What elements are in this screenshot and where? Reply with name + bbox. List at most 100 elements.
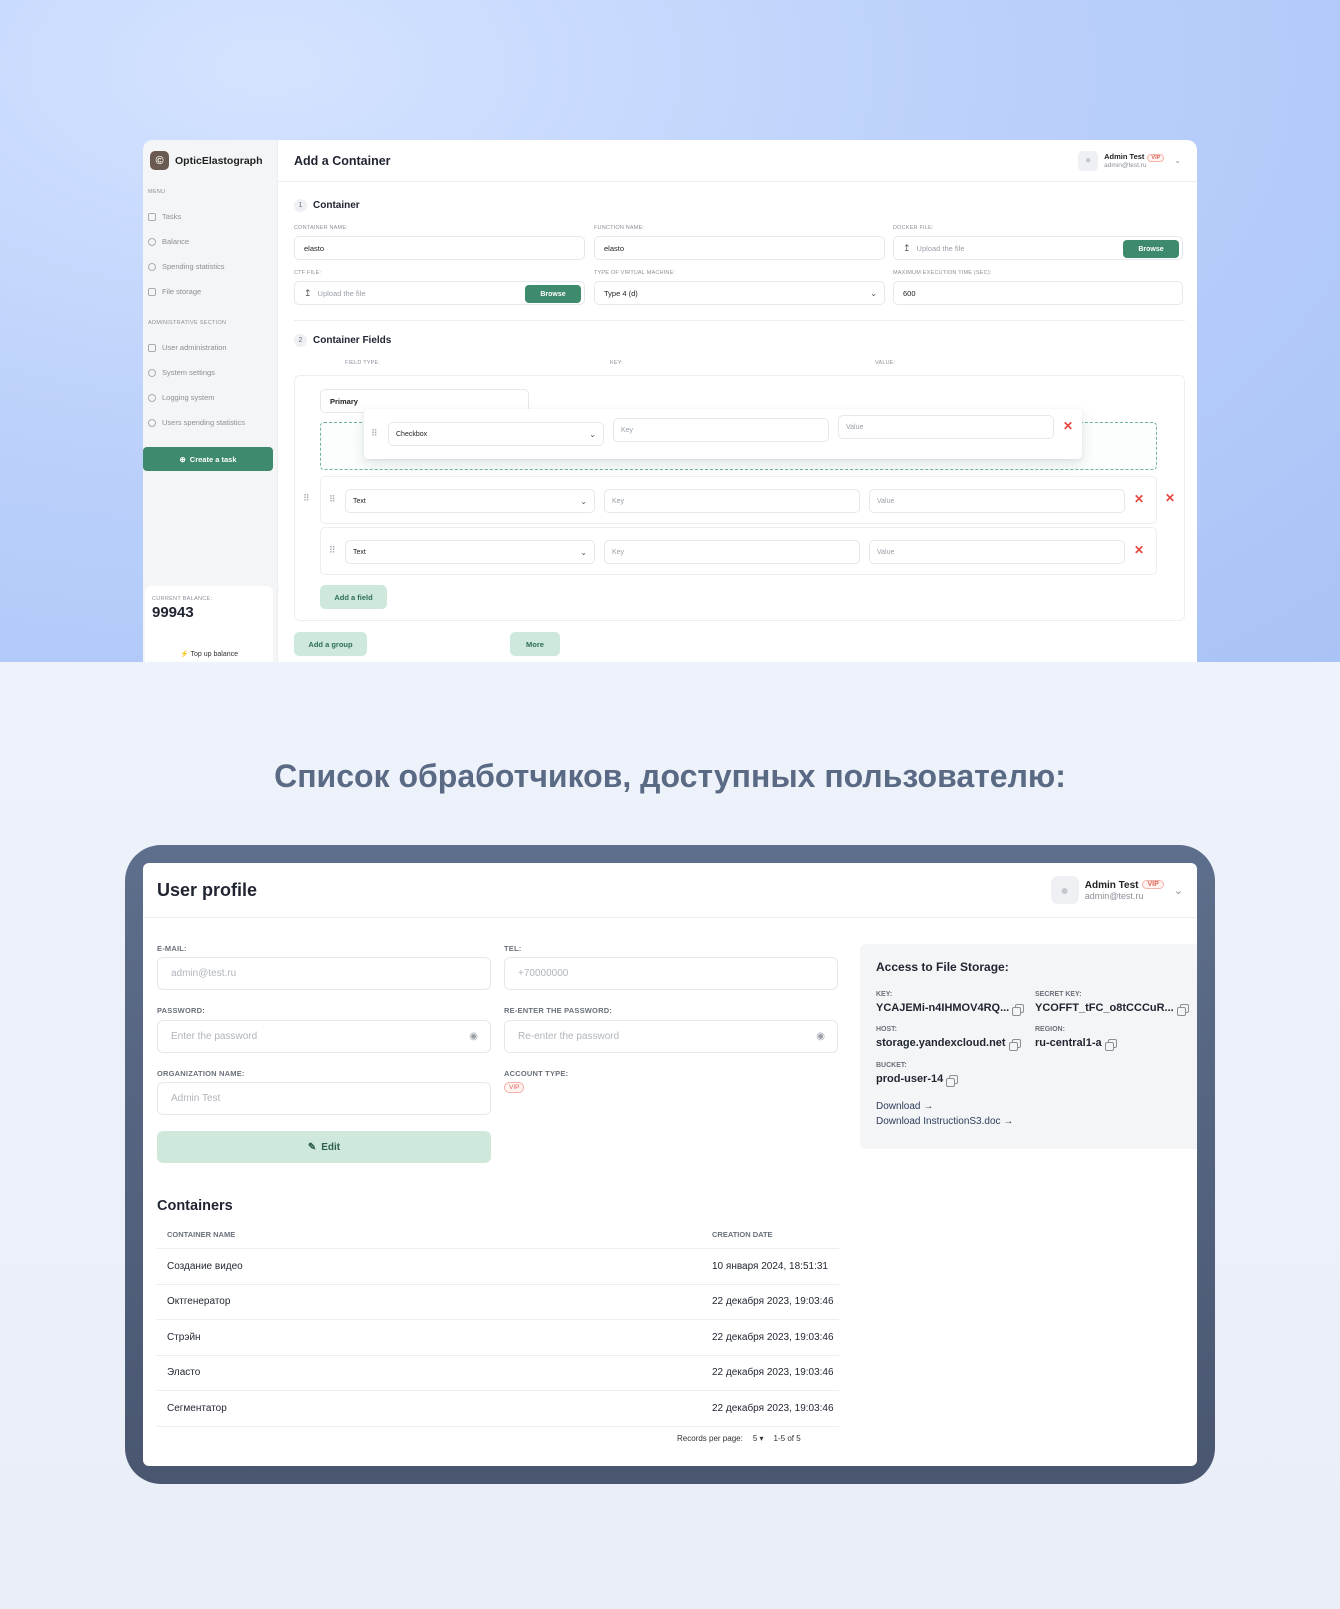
password-label: PASSWORD:: [157, 1006, 205, 1015]
field-type-select[interactable]: Text ⌄: [345, 540, 595, 564]
sidebar-item-spending-statistics[interactable]: Spending statistics: [143, 254, 277, 279]
drag-handle-icon[interactable]: ⠿: [329, 545, 336, 556]
password-field[interactable]: Enter the password ◉: [157, 1020, 491, 1053]
balance-label: CURRENT BALANCE:: [152, 596, 213, 602]
key-value: YCAJEMi-n4IHMOV4RQ...: [876, 1002, 1025, 1016]
add-field-button[interactable]: Add a field: [320, 585, 387, 609]
value-input[interactable]: Value: [869, 489, 1125, 513]
table-header: CONTAINER NAME CREATION DATE: [157, 1221, 839, 1249]
value-input[interactable]: Value: [869, 540, 1125, 564]
ctf-file-label: CTF FILE:: [294, 270, 322, 276]
main-content: Add a Container ● Admin Test VIP admin@te…: [278, 140, 1197, 662]
chevron-down-icon: ⌄: [1173, 884, 1183, 897]
download-link[interactable]: Download →: [876, 1101, 933, 1112]
storage-title: Access to File Storage:: [876, 960, 1009, 974]
field-type-select[interactable]: Checkbox ⌄: [388, 422, 604, 446]
close-icon[interactable]: ✕: [1063, 419, 1073, 433]
dragging-field-row[interactable]: ⠿ Checkbox ⌄ Key Value ✕: [364, 409, 1082, 459]
section-fields-title: 2 Container Fields: [294, 334, 391, 347]
tel-field[interactable]: +70000000: [504, 957, 838, 990]
drag-handle-icon[interactable]: ⠿: [329, 494, 336, 505]
function-name-input[interactable]: elasto: [594, 236, 885, 260]
copy-icon[interactable]: [1176, 1003, 1189, 1016]
drag-handle-icon[interactable]: ⠿: [371, 428, 378, 439]
key-input[interactable]: Key: [604, 540, 860, 564]
user-name: Admin Test: [1084, 879, 1139, 891]
key-input[interactable]: Key: [613, 418, 829, 442]
secret-key-value: YCOFFT_tFC_o8tCCCuR...: [1035, 1002, 1189, 1016]
vm-type-select[interactable]: Type 4 (d) ⌄: [594, 281, 885, 305]
menu-heading: MENU: [148, 189, 166, 195]
table-row[interactable]: Создание видео 10 января 2024, 18:51:31: [157, 1249, 839, 1285]
docker-browse-button[interactable]: Browse: [1123, 240, 1179, 258]
user-profile-screen: User profile ● Admin Test VIP admin@test.…: [143, 863, 1197, 1466]
secret-key-label: SECRET KEY:: [1035, 991, 1082, 998]
host-label: HOST:: [876, 1026, 897, 1033]
edit-button[interactable]: ✎ Edit: [157, 1131, 491, 1163]
eye-icon[interactable]: ◉: [469, 1031, 478, 1042]
add-group-button[interactable]: Add a group: [294, 632, 367, 656]
value-input[interactable]: Value: [838, 415, 1054, 439]
logo[interactable]: © OpticElastograph: [143, 140, 277, 181]
header: Add a Container ● Admin Test VIP admin@te…: [278, 140, 1197, 182]
divider: [294, 320, 1185, 321]
sidebar-item-users-spending[interactable]: Users spending statistics: [143, 410, 277, 435]
sidebar-item-system-settings[interactable]: System settings: [143, 360, 277, 385]
sidebar-item-balance[interactable]: Balance: [143, 229, 277, 254]
sidebar-item-file-storage[interactable]: File storage: [143, 279, 277, 304]
container-name-column[interactable]: CONTAINER NAME: [157, 1230, 712, 1239]
sidebar-item-tasks[interactable]: Tasks: [143, 204, 277, 229]
download-instruction-link[interactable]: Download InstructionS3.doc →: [876, 1116, 1013, 1127]
table-row[interactable]: Октгенератор 22 декабря 2023, 19:03:46: [157, 1285, 839, 1320]
creation-date: 22 декабря 2023, 19:03:46: [712, 1296, 834, 1308]
table-row[interactable]: Сегментатор 22 декабря 2023, 19:03:46: [157, 1391, 839, 1427]
top-up-balance-link[interactable]: ⚡ Top up balance: [145, 650, 273, 658]
email-field[interactable]: admin@test.ru: [157, 957, 491, 990]
user-email: admin@test.ru: [1104, 161, 1147, 169]
drag-handle-icon[interactable]: ⠿: [303, 493, 310, 504]
copy-icon[interactable]: [946, 1074, 959, 1087]
copy-icon[interactable]: [1008, 1038, 1021, 1051]
copy-icon[interactable]: [1104, 1038, 1117, 1051]
records-per-page-label: Records per page:: [677, 1434, 743, 1443]
field-type-select[interactable]: Text ⌄: [345, 489, 595, 513]
docker-file-label: DOCKER FILE:: [893, 225, 934, 231]
close-icon[interactable]: ✕: [1134, 492, 1144, 506]
copy-icon[interactable]: [1012, 1003, 1025, 1016]
more-button[interactable]: More: [510, 632, 560, 656]
create-task-button[interactable]: ⊕ Create a task: [143, 447, 273, 471]
sidebar-item-logging-system[interactable]: Logging system: [143, 385, 277, 410]
user-menu[interactable]: ● Admin Test VIP admin@test.ru ⌄: [1078, 150, 1181, 171]
creation-date: 10 января 2024, 18:51:31: [712, 1260, 828, 1272]
creation-date: 22 декабря 2023, 19:03:46: [712, 1331, 834, 1343]
container-name-input[interactable]: elasto: [294, 236, 585, 260]
balance-card: CURRENT BALANCE: 99943 ⚡ Top up balance: [145, 586, 273, 662]
email-label: E-MAIL:: [157, 944, 187, 953]
close-icon[interactable]: ✕: [1134, 543, 1144, 557]
folder-icon: [148, 287, 156, 296]
ctf-file-input[interactable]: ↥ Upload the file Browse: [294, 281, 585, 305]
repassword-field[interactable]: Re-enter the password ◉: [504, 1020, 838, 1053]
table-row[interactable]: Стрэйн 22 декабря 2023, 19:03:46: [157, 1320, 839, 1356]
eye-icon[interactable]: ◉: [816, 1031, 825, 1042]
bucket-label: BUCKET:: [876, 1062, 907, 1069]
close-icon[interactable]: ✕: [1165, 491, 1175, 505]
creation-date-column[interactable]: CREATION DATE: [712, 1230, 839, 1239]
chevron-down-icon: ⌄: [580, 496, 587, 506]
key-input[interactable]: Key: [604, 489, 860, 513]
table-row[interactable]: Эласто 22 декабря 2023, 19:03:46: [157, 1356, 839, 1391]
records-per-page-select[interactable]: 5 ▾: [753, 1434, 764, 1443]
ctf-browse-button[interactable]: Browse: [525, 285, 581, 303]
max-time-input[interactable]: 600: [893, 281, 1183, 305]
docker-file-input[interactable]: ↥ Upload the file Browse: [893, 236, 1183, 260]
user-menu[interactable]: ● Admin Test VIP admin@test.ru ⌄: [1050, 876, 1183, 904]
grid-icon: [148, 343, 156, 352]
chevron-down-icon: ⌄: [580, 547, 587, 557]
sidebar-item-user-administration[interactable]: User administration: [143, 335, 277, 360]
repassword-label: RE-ENTER THE PASSWORD:: [504, 1006, 613, 1015]
gear-icon: [148, 368, 156, 377]
logo-text: OpticElastograph: [175, 154, 263, 167]
add-container-app: © OpticElastograph MENU Tasks Balance Sp…: [143, 140, 1197, 662]
balance-value: 99943: [152, 604, 194, 621]
org-name-field[interactable]: Admin Test: [157, 1082, 491, 1115]
